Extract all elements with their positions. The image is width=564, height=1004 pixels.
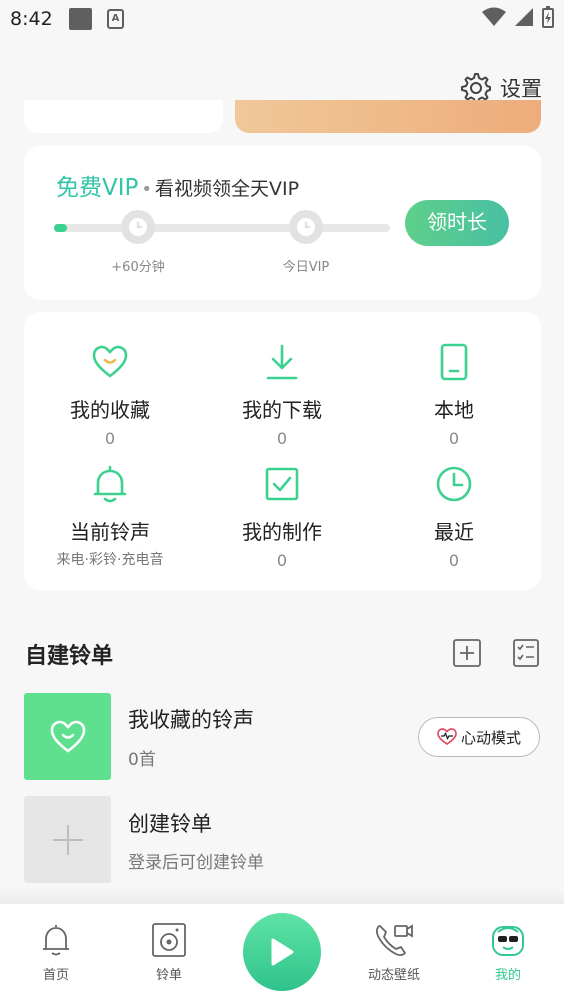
clock-node-icon <box>121 210 155 244</box>
phone-video-icon <box>376 924 413 956</box>
favorites-playlist-cover[interactable] <box>24 693 111 780</box>
feature-recent[interactable]: 最近 0 <box>368 464 540 570</box>
features-card: 我的收藏 0 我的下载 0 本地 0 当前铃声 来电·彩铃·充电音 我的制作 0 <box>24 312 541 590</box>
feature-count: 0 <box>448 551 460 570</box>
vip-banner[interactable] <box>235 100 541 133</box>
manage-list-icon[interactable] <box>512 638 540 668</box>
notification-icon <box>69 8 92 30</box>
feature-label: 我的收藏 <box>70 398 150 422</box>
status-time: 8:42 <box>10 8 53 30</box>
feature-label: 我的下载 <box>242 398 322 422</box>
checkbox-icon <box>265 467 299 501</box>
download-icon <box>266 344 298 380</box>
heart-mode-button[interactable]: 心动模式 <box>418 717 540 757</box>
feature-count: 0 <box>276 429 288 448</box>
status-bar: 8:42 A <box>0 0 564 40</box>
play-icon <box>271 938 294 966</box>
vip-card: 免费VIP • 看视频领全天VIP +60分钟 今日VIP 领时长 <box>24 146 541 300</box>
feature-label: 我的制作 <box>242 520 322 544</box>
phone-icon <box>440 343 468 381</box>
bell-icon <box>93 465 127 503</box>
feature-my-creations[interactable]: 我的制作 0 <box>196 464 368 570</box>
playlist-title[interactable]: 我收藏的铃声 <box>128 704 254 734</box>
vip-subtitle: 看视频领全天VIP <box>155 178 300 200</box>
feature-label: 当前铃声 <box>70 520 150 544</box>
feature-local[interactable]: 本地 0 <box>368 342 540 448</box>
plus-icon <box>52 824 83 855</box>
heart-smile-icon <box>50 720 85 753</box>
playlist-hint: 登录后可创建铃单 <box>128 853 264 873</box>
vip-progress-fill <box>54 224 68 232</box>
nav-label: 首页 <box>42 968 69 983</box>
nav-mine[interactable]: 我的 <box>453 922 563 983</box>
bell-icon <box>43 925 69 956</box>
vip-title: 免费VIP • 看视频领全天VIP <box>56 168 299 202</box>
battery-icon <box>542 6 554 28</box>
nav-playlist[interactable]: 铃单 <box>114 922 224 983</box>
settings-label: 设置 <box>500 77 542 101</box>
vip-separator: • <box>141 179 153 200</box>
nav-live-wallpaper[interactable]: 动态壁纸 <box>339 922 449 983</box>
nav-label: 动态壁纸 <box>367 968 420 983</box>
section-title: 自建铃单 <box>25 644 114 669</box>
nav-shadow <box>0 888 564 904</box>
heart-pulse-icon <box>437 728 457 746</box>
feature-label: 本地 <box>434 398 474 422</box>
vip-progress-track <box>54 224 390 232</box>
add-playlist-icon[interactable] <box>452 638 482 668</box>
claim-time-button[interactable]: 领时长 <box>405 200 509 246</box>
playlist-count: 0首 <box>128 750 156 770</box>
signal-icon <box>515 8 533 26</box>
feature-sub: 来电·彩铃·充电音 <box>56 552 164 568</box>
nav-label: 铃单 <box>155 968 182 983</box>
wifi-icon <box>482 7 506 26</box>
heart-smile-icon <box>92 345 128 378</box>
milestone-label: 今日VIP <box>282 260 330 275</box>
speaker-icon <box>152 923 186 957</box>
account-card[interactable] <box>24 100 223 133</box>
feature-downloads[interactable]: 我的下载 0 <box>196 342 368 448</box>
nav-home[interactable]: 首页 <box>1 922 111 983</box>
avatar-icon <box>492 926 524 956</box>
nav-label: 我的 <box>494 968 521 983</box>
heart-mode-label: 心动模式 <box>460 728 521 747</box>
playlist-title[interactable]: 创建铃单 <box>128 808 212 838</box>
create-playlist-cover[interactable] <box>24 796 111 883</box>
feature-current-ringtone[interactable]: 当前铃声 来电·彩铃·充电音 <box>24 464 196 569</box>
feature-count: 0 <box>104 429 116 448</box>
clock-icon <box>436 466 472 502</box>
feature-count: 0 <box>276 551 288 570</box>
feature-label: 最近 <box>434 520 474 544</box>
milestone-label: +60分钟 <box>111 260 165 275</box>
clock-node-icon <box>289 210 323 244</box>
play-button[interactable] <box>243 913 321 991</box>
keyboard-icon: A <box>107 9 124 29</box>
feature-favorites[interactable]: 我的收藏 0 <box>24 342 196 448</box>
vip-free-label: 免费VIP <box>56 175 139 201</box>
feature-count: 0 <box>448 429 460 448</box>
